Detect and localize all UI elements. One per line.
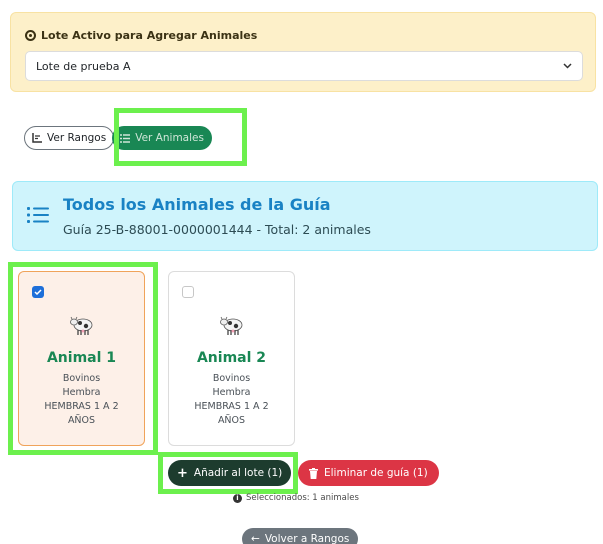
animal-1-name: Animal 1	[46, 350, 117, 366]
animal-1-checkbox[interactable]	[32, 286, 44, 298]
animal-card-2[interactable]: Animal 2 Bovinos Hembra HEMBRAS 1 A 2 AÑ…	[168, 271, 295, 446]
animal-1-sex: Hembra	[62, 387, 101, 398]
selected-count-text: Seleccionados: 1 animales	[246, 493, 359, 503]
animal-1-category: HEMBRAS 1 A 2	[44, 401, 119, 412]
animal-2-category-2: AÑOS	[217, 415, 246, 426]
animal-2-species: Bovinos	[212, 373, 251, 384]
cow-icon	[69, 316, 92, 335]
view-ranges-button[interactable]: Ver Rangos	[24, 126, 115, 150]
animal-2-name: Animal 2	[196, 350, 267, 366]
animals-info-banner: Todos los Animales de la Guía Guía 25-B-…	[12, 181, 598, 251]
target-icon	[25, 30, 36, 41]
chevron-down-icon	[562, 61, 572, 71]
animal-2-sex: Hembra	[212, 387, 251, 398]
animal-1-category-2: AÑOS	[67, 415, 96, 426]
lot-select-value: Lote de prueba A	[36, 59, 131, 73]
banner-subtitle: Guía 25-B-88001-0000001444 - Total: 2 an…	[63, 222, 371, 237]
cow-icon	[219, 316, 242, 335]
trash-icon	[309, 467, 318, 479]
active-lot-title: Lote Activo para Agregar Animales	[25, 29, 257, 42]
view-toggle: Ver Rangos Ver Animales	[24, 126, 212, 150]
back-to-ranges-button[interactable]: ← Volver a Rangos	[242, 528, 359, 544]
animal-2-checkbox[interactable]	[182, 286, 194, 298]
back-to-ranges-label: Volver a Rangos	[264, 533, 350, 544]
list-icon	[120, 133, 131, 143]
delete-from-guide-label: Eliminar de guía (1)	[324, 467, 428, 479]
info-icon: i	[233, 493, 242, 503]
view-animals-button[interactable]: Ver Animales	[112, 126, 212, 150]
arrow-left-icon: ←	[251, 533, 260, 544]
chart-icon	[32, 133, 42, 143]
view-animals-label: Ver Animales	[135, 132, 204, 144]
view-ranges-label: Ver Rangos	[47, 132, 107, 144]
delete-from-guide-button[interactable]: Eliminar de guía (1)	[298, 460, 439, 486]
plus-icon: +	[177, 465, 188, 481]
active-lot-title-text: Lote Activo para Agregar Animales	[41, 29, 258, 42]
check-icon	[34, 289, 42, 295]
lot-select[interactable]: Lote de prueba A	[25, 51, 583, 81]
animal-card-1[interactable]: Animal 1 Bovinos Hembra HEMBRAS 1 A 2 AÑ…	[18, 271, 145, 446]
add-to-lot-button[interactable]: + Añadir al lote (1)	[168, 460, 292, 486]
add-to-lot-label: Añadir al lote (1)	[193, 467, 283, 479]
animal-2-category: HEMBRAS 1 A 2	[194, 401, 269, 412]
banner-title: Todos los Animales de la Guía	[63, 195, 331, 214]
selected-count-info: i Seleccionados: 1 animales	[233, 493, 359, 503]
animal-1-species: Bovinos	[62, 373, 101, 384]
active-lot-panel: Lote Activo para Agregar Animales Lote d…	[10, 12, 596, 92]
list-icon	[27, 207, 49, 223]
